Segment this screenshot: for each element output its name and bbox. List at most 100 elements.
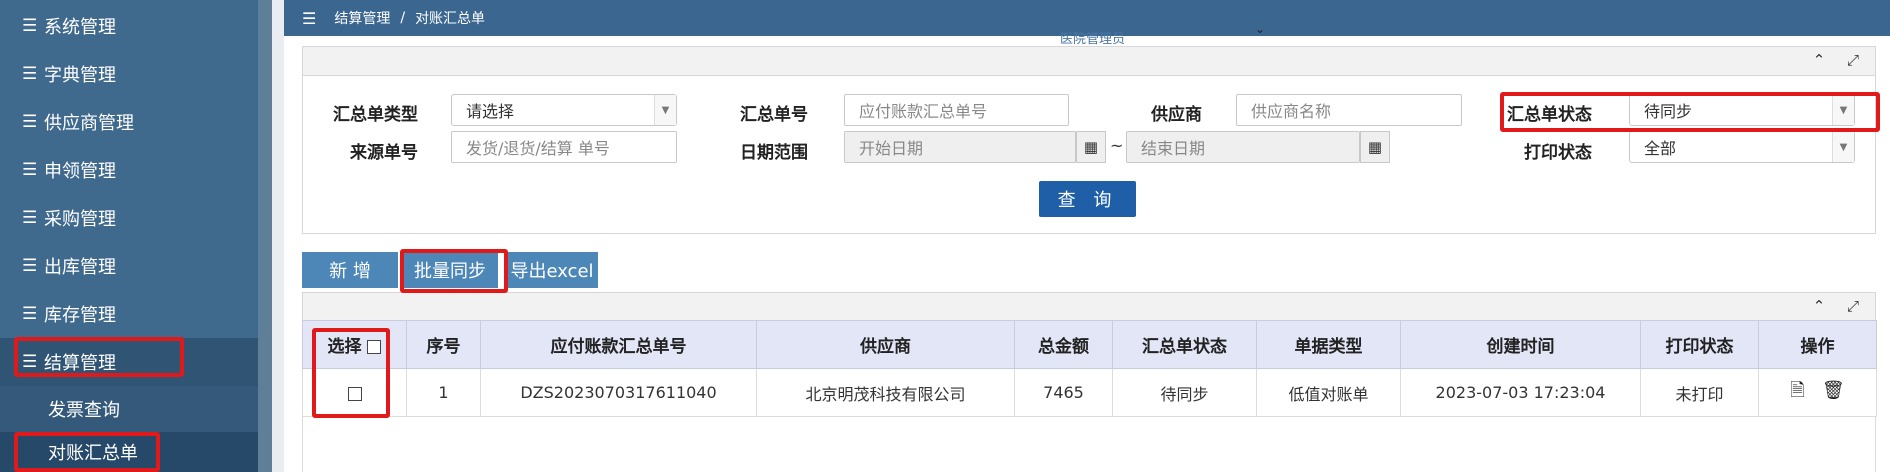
sidebar-item-label: 采购管理	[44, 209, 116, 230]
chevron-down-icon[interactable]: ⌄	[1255, 22, 1265, 36]
header-supplier: 供应商	[756, 320, 1015, 369]
type-select-value: 请选择	[466, 102, 515, 121]
sidebar-item-label: 申领管理	[44, 161, 116, 182]
end-date-input[interactable]: 结束日期	[1126, 131, 1360, 163]
sidebar-scrollbar[interactable]	[258, 0, 272, 472]
list-icon: ☰	[22, 256, 38, 276]
type-select[interactable]: 请选择 ▼	[451, 94, 677, 126]
batch-sync-button[interactable]: 批量同步	[402, 252, 498, 288]
table-row[interactable]: 1 DZS2023070317611040 北京明茂科技有限公司 7465 待同…	[302, 368, 1877, 417]
list-icon: ☰	[22, 16, 38, 36]
sidebar-item-supplier[interactable]: ☰ 供应商管理	[0, 98, 258, 146]
sidebar-subitem-label: 发票查询	[48, 400, 120, 421]
sidebar-item-label: 出库管理	[44, 257, 116, 278]
status-select-value: 待同步	[1644, 102, 1693, 121]
query-button[interactable]: 查 询	[1039, 181, 1136, 217]
sidebar-subitem-reconciliation-summary[interactable]: 对账汇总单	[0, 432, 258, 472]
caret-down-icon: ▼	[654, 95, 676, 125]
collapse-icon[interactable]: ⌃	[1809, 51, 1829, 69]
calendar-icon[interactable]: ▦	[1076, 131, 1106, 163]
header-select: 选择	[302, 320, 407, 369]
sidebar-item-outbound[interactable]: ☰ 出库管理	[0, 242, 258, 290]
table-header-row: 选择 序号 应付账款汇总单号 供应商 总金额 汇总单状态 单据类型 创建时间 打…	[302, 320, 1877, 369]
row-supplier: 北京明茂科技有限公司	[756, 368, 1015, 417]
sidebar-item-dictionary[interactable]: ☰ 字典管理	[0, 50, 258, 98]
sidebar-subitem-invoice-query[interactable]: 发票查询	[0, 386, 258, 432]
print-status-label: 打印状态	[1524, 143, 1592, 163]
supplier-input[interactable]: 供应商名称	[1236, 94, 1462, 126]
sidebar-item-settlement[interactable]: ☰ 结算管理	[0, 338, 258, 386]
fullscreen-icon[interactable]: ⤢	[1843, 51, 1863, 69]
header-select-label: 选择	[327, 337, 362, 357]
type-label: 汇总单类型	[333, 105, 418, 125]
list-icon: ☰	[22, 208, 38, 228]
search-panel-header: ⌃ ⤢	[302, 46, 1876, 76]
header-index: 序号	[406, 320, 481, 369]
breadcrumb-separator: /	[400, 10, 406, 26]
sidebar: ☰ 系统管理 ☰ 字典管理 ☰ 供应商管理 ☰ 申领管理 ☰ 采购管理 ☰ 出库…	[0, 0, 258, 472]
row-doc-type: 低值对账单	[1256, 368, 1401, 417]
sidebar-subitem-label: 对账汇总单	[48, 443, 138, 464]
sidebar-item-label: 库存管理	[44, 305, 116, 326]
sidebar-item-requisition[interactable]: ☰ 申领管理	[0, 146, 258, 194]
list-icon: ☰	[22, 64, 38, 84]
header-amount: 总金额	[1014, 320, 1113, 369]
start-date-input[interactable]: 开始日期	[844, 131, 1076, 163]
row-print-status: 未打印	[1640, 368, 1759, 417]
list-icon: ☰	[22, 352, 38, 372]
supplier-label: 供应商	[1151, 105, 1202, 125]
list-icon: ☰	[22, 112, 38, 132]
add-button[interactable]: 新 增	[302, 252, 398, 288]
row-checkbox[interactable]	[347, 386, 362, 401]
row-actions: 🗎 🗑	[1758, 368, 1877, 417]
print-status-select-value: 全部	[1644, 139, 1677, 158]
trash-icon[interactable]: 🗑	[1822, 380, 1845, 401]
document-icon[interactable]: 🗎	[1790, 378, 1804, 408]
header-doc-type: 单据类型	[1256, 320, 1401, 369]
table-empty-area	[302, 416, 1876, 472]
sidebar-divider	[272, 0, 284, 472]
hamburger-menu-icon[interactable]: ☰	[302, 9, 316, 28]
select-all-checkbox[interactable]	[367, 340, 382, 354]
row-summary-no: DZS2023070317611040	[480, 368, 757, 417]
collapse-icon[interactable]: ⌃	[1809, 297, 1829, 315]
sidebar-item-purchase[interactable]: ☰ 采购管理	[0, 194, 258, 242]
status-select[interactable]: 待同步 ▼	[1629, 94, 1855, 126]
row-index: 1	[406, 368, 481, 417]
date-range-label: 日期范围	[740, 143, 808, 163]
calendar-icon[interactable]: ▦	[1360, 131, 1390, 163]
header-status: 汇总单状态	[1112, 320, 1257, 369]
header-actions: 操作	[1758, 320, 1877, 369]
source-no-label: 来源单号	[350, 143, 418, 163]
status-label: 汇总单状态	[1507, 105, 1592, 125]
sidebar-item-system[interactable]: ☰ 系统管理	[0, 2, 258, 50]
breadcrumb-current: 对账汇总单	[415, 11, 486, 27]
list-icon: ☰	[22, 160, 38, 180]
summary-table: 选择 序号 应付账款汇总单号 供应商 总金额 汇总单状态 单据类型 创建时间 打…	[302, 320, 1877, 417]
sidebar-item-label: 字典管理	[44, 65, 116, 86]
header-created: 创建时间	[1400, 320, 1641, 369]
header-summary-no: 应付账款汇总单号	[480, 320, 757, 369]
sidebar-item-label: 结算管理	[44, 353, 116, 374]
row-amount: 7465	[1014, 368, 1113, 417]
source-no-input[interactable]: 发货/退货/结算 单号	[451, 131, 677, 163]
breadcrumb-parent[interactable]: 结算管理	[334, 8, 390, 28]
summary-no-input[interactable]: 应付账款汇总单号	[844, 94, 1069, 126]
sidebar-item-label: 供应商管理	[44, 113, 134, 134]
fullscreen-icon[interactable]: ⤢	[1843, 297, 1863, 315]
row-created: 2023-07-03 17:23:04	[1400, 368, 1641, 417]
header-print-status: 打印状态	[1640, 320, 1759, 369]
date-range-separator: ~	[1110, 136, 1124, 155]
export-excel-button[interactable]: 导出excel	[506, 252, 598, 288]
list-icon: ☰	[22, 304, 38, 324]
caret-down-icon: ▼	[1832, 132, 1854, 162]
summary-no-label: 汇总单号	[740, 105, 808, 125]
row-status: 待同步	[1112, 368, 1257, 417]
caret-down-icon: ▼	[1832, 95, 1854, 125]
sidebar-item-inventory[interactable]: ☰ 库存管理	[0, 290, 258, 338]
user-name[interactable]: 医院管理员	[1060, 28, 1125, 47]
sidebar-item-label: 系统管理	[44, 17, 116, 38]
print-status-select[interactable]: 全部 ▼	[1629, 131, 1855, 163]
row-select-cell	[302, 368, 407, 417]
table-panel-header: ⌃ ⤢	[302, 292, 1876, 322]
